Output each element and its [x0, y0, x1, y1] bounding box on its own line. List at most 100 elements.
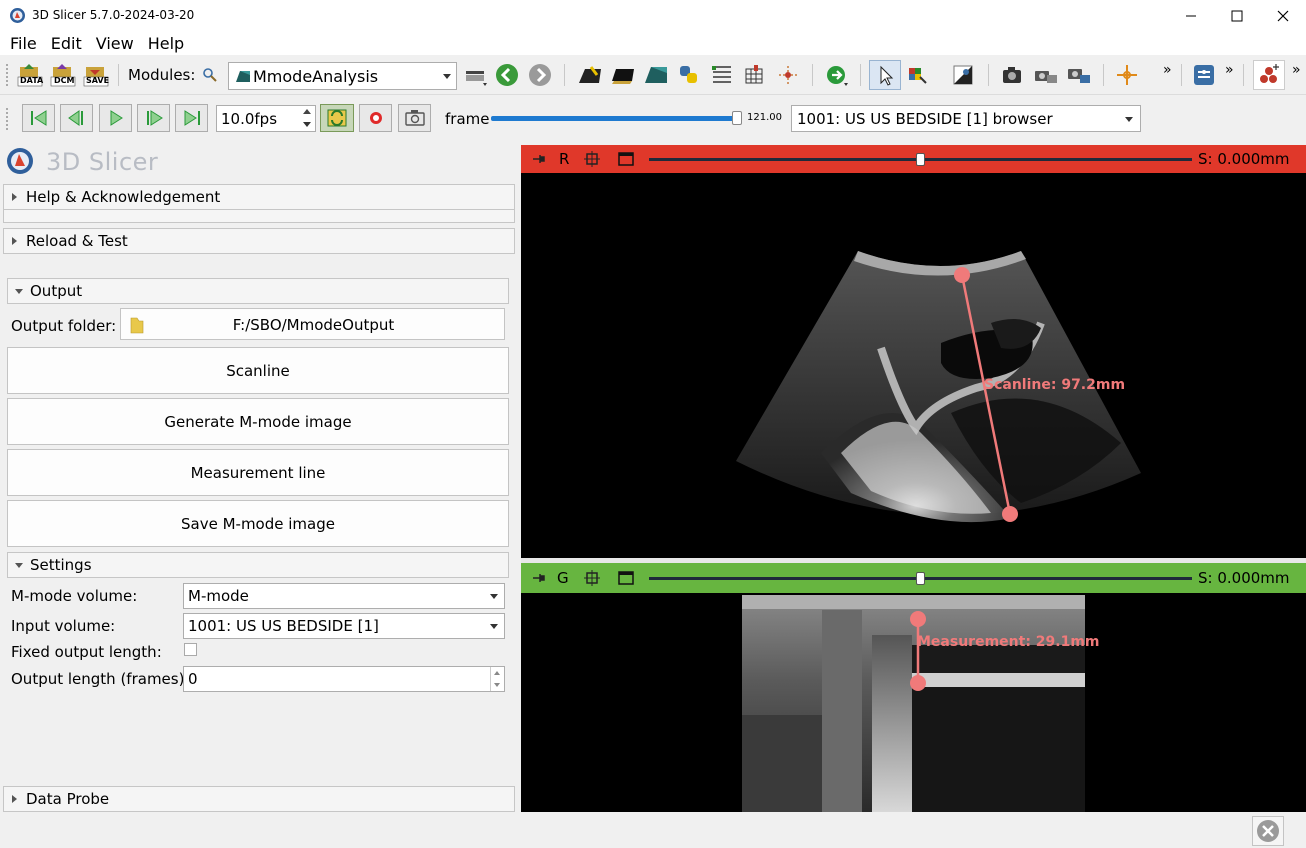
red-slice-view[interactable]: Scanline: 97.2mm	[521, 145, 1306, 558]
fixed-output-length-checkbox[interactable]	[184, 643, 197, 656]
mouse-mode-view-button[interactable]	[869, 60, 901, 90]
crosshair-icon	[1117, 65, 1137, 85]
spin-up-icon[interactable]	[303, 109, 311, 114]
toolbar-separator	[860, 64, 861, 86]
close-button[interactable]	[1260, 0, 1306, 31]
green-slice-view[interactable]: Measurement: 29.1mm	[521, 563, 1306, 812]
red-view-controller: R S: 0.000mm	[521, 145, 1306, 173]
place-markup-button[interactable]	[906, 63, 932, 87]
toolbar-separator	[118, 64, 119, 86]
generate-mmode-button[interactable]: Generate M-mode image	[7, 398, 509, 445]
section-reload[interactable]: Reload & Test	[3, 228, 515, 254]
slicer-logo-icon	[10, 8, 25, 23]
toolbar-grip[interactable]	[6, 64, 10, 86]
scanline-point-end[interactable]	[1002, 506, 1018, 522]
record-button[interactable]	[359, 104, 392, 132]
play-button[interactable]	[99, 104, 132, 132]
maximize-view-icon[interactable]	[618, 151, 634, 167]
measurement-line-button[interactable]: Measurement line	[7, 449, 509, 496]
data-text: DATA	[20, 76, 44, 85]
spin-down-icon[interactable]	[303, 122, 311, 127]
sequence-browser-selector[interactable]: 1001: US US BEDSIDE [1] browser	[791, 105, 1141, 132]
input-volume-selector[interactable]: 1001: US US BEDSIDE [1]	[183, 613, 505, 639]
menu-edit[interactable]: Edit	[51, 31, 82, 55]
next-frame-button[interactable]	[137, 104, 170, 132]
section-data-probe-label: Data Probe	[26, 790, 110, 808]
fps-spinbox[interactable]: 10.0fps	[216, 105, 316, 132]
crosshair-button[interactable]	[1114, 63, 1140, 87]
toolbar-overflow-button-2[interactable]: »	[1225, 62, 1234, 78]
measurement-point-start[interactable]	[910, 611, 926, 627]
section-output[interactable]: Output	[7, 278, 509, 304]
toolbar-overflow-button-3[interactable]: »	[1292, 62, 1301, 78]
ultrasound-image	[736, 251, 1141, 523]
pin-icon[interactable]	[532, 154, 546, 164]
spin-up-icon[interactable]	[494, 671, 500, 675]
measurement-point-end[interactable]	[910, 675, 926, 691]
measurement-annotation: Measurement: 29.1mm	[917, 634, 1100, 650]
chevron-down-icon	[443, 74, 451, 79]
back-button[interactable]	[495, 63, 521, 87]
sequence-browser-text: 1001: US US BEDSIDE [1] browser	[797, 110, 1053, 128]
transforms-module-button[interactable]	[775, 63, 801, 87]
loop-toggle-button[interactable]	[320, 104, 354, 132]
section-divider	[3, 210, 515, 223]
toolbar-separator	[1243, 64, 1244, 86]
minimize-button[interactable]	[1168, 0, 1214, 31]
window-level-button[interactable]	[951, 63, 977, 87]
load-data-button[interactable]: DATA	[17, 63, 43, 87]
output-folder-button[interactable]: F:/SBO/MmodeOutput	[120, 308, 505, 340]
markups-toolbar-button[interactable]	[1253, 60, 1285, 90]
screenshot-button[interactable]	[1000, 63, 1026, 87]
menu-view[interactable]: View	[96, 31, 134, 55]
section-help[interactable]: Help & Acknowledgement	[3, 184, 515, 210]
scene-views-module-button[interactable]	[1066, 63, 1092, 87]
snapshot-button[interactable]	[398, 104, 431, 132]
previous-frame-button[interactable]	[60, 104, 93, 132]
markups-module-button[interactable]	[709, 63, 735, 87]
green-offset-slider-handle[interactable]	[916, 572, 925, 585]
menu-file[interactable]: File	[10, 31, 37, 55]
module-selector[interactable]: MmodeAnalysis	[228, 62, 457, 90]
volumes-module-button[interactable]	[643, 63, 669, 87]
fps-value: 10.0fps	[221, 110, 278, 128]
view-layout-button[interactable]	[464, 63, 490, 87]
toolbar-grip[interactable]	[6, 108, 10, 130]
mmode-volume-selector[interactable]: M-mode	[183, 583, 505, 609]
forward-button[interactable]	[528, 63, 554, 87]
module-search-icon[interactable]	[203, 68, 217, 82]
scanline-button[interactable]: Scanline	[7, 347, 509, 394]
segment-editor-button[interactable]	[742, 63, 768, 87]
section-settings[interactable]: Settings	[7, 552, 509, 578]
first-frame-button[interactable]	[22, 104, 55, 132]
save-mmode-button[interactable]: Save M-mode image	[7, 500, 509, 547]
maximize-view-icon[interactable]	[618, 570, 634, 586]
pin-icon[interactable]	[532, 573, 546, 583]
maximize-button[interactable]	[1214, 0, 1260, 31]
link-icon[interactable]	[584, 570, 600, 586]
toolbar-overflow-button[interactable]: »	[1163, 62, 1172, 78]
welcome-module-button[interactable]	[577, 63, 603, 87]
menu-help[interactable]: Help	[148, 31, 184, 55]
extensions-button[interactable]	[1192, 63, 1218, 87]
scanline-point-start[interactable]	[954, 267, 970, 283]
frame-slider-track[interactable]	[491, 116, 737, 121]
red-offset-slider-handle[interactable]	[916, 153, 925, 166]
spin-down-icon[interactable]	[494, 683, 500, 687]
load-dicom-button[interactable]: DCM	[50, 63, 76, 87]
scene-view-button[interactable]	[1033, 63, 1059, 87]
puzzle-icon	[1194, 65, 1214, 85]
section-data-probe[interactable]: Data Probe	[3, 786, 515, 812]
frame-slider-handle[interactable]	[732, 111, 742, 125]
menu-bar: File Edit View Help	[0, 31, 1306, 55]
last-frame-button[interactable]	[175, 104, 208, 132]
save-data-button[interactable]: SAVE	[83, 63, 109, 87]
python-console-button[interactable]	[676, 63, 702, 87]
window-title: 3D Slicer 5.7.0-2024-03-20	[32, 8, 195, 22]
output-length-spinbox[interactable]: 0	[183, 666, 505, 692]
error-log-button[interactable]	[1252, 816, 1284, 846]
run-button[interactable]	[824, 63, 850, 87]
link-icon[interactable]	[584, 151, 600, 167]
data-module-button[interactable]	[610, 63, 636, 87]
chevron-down-icon	[15, 563, 23, 568]
